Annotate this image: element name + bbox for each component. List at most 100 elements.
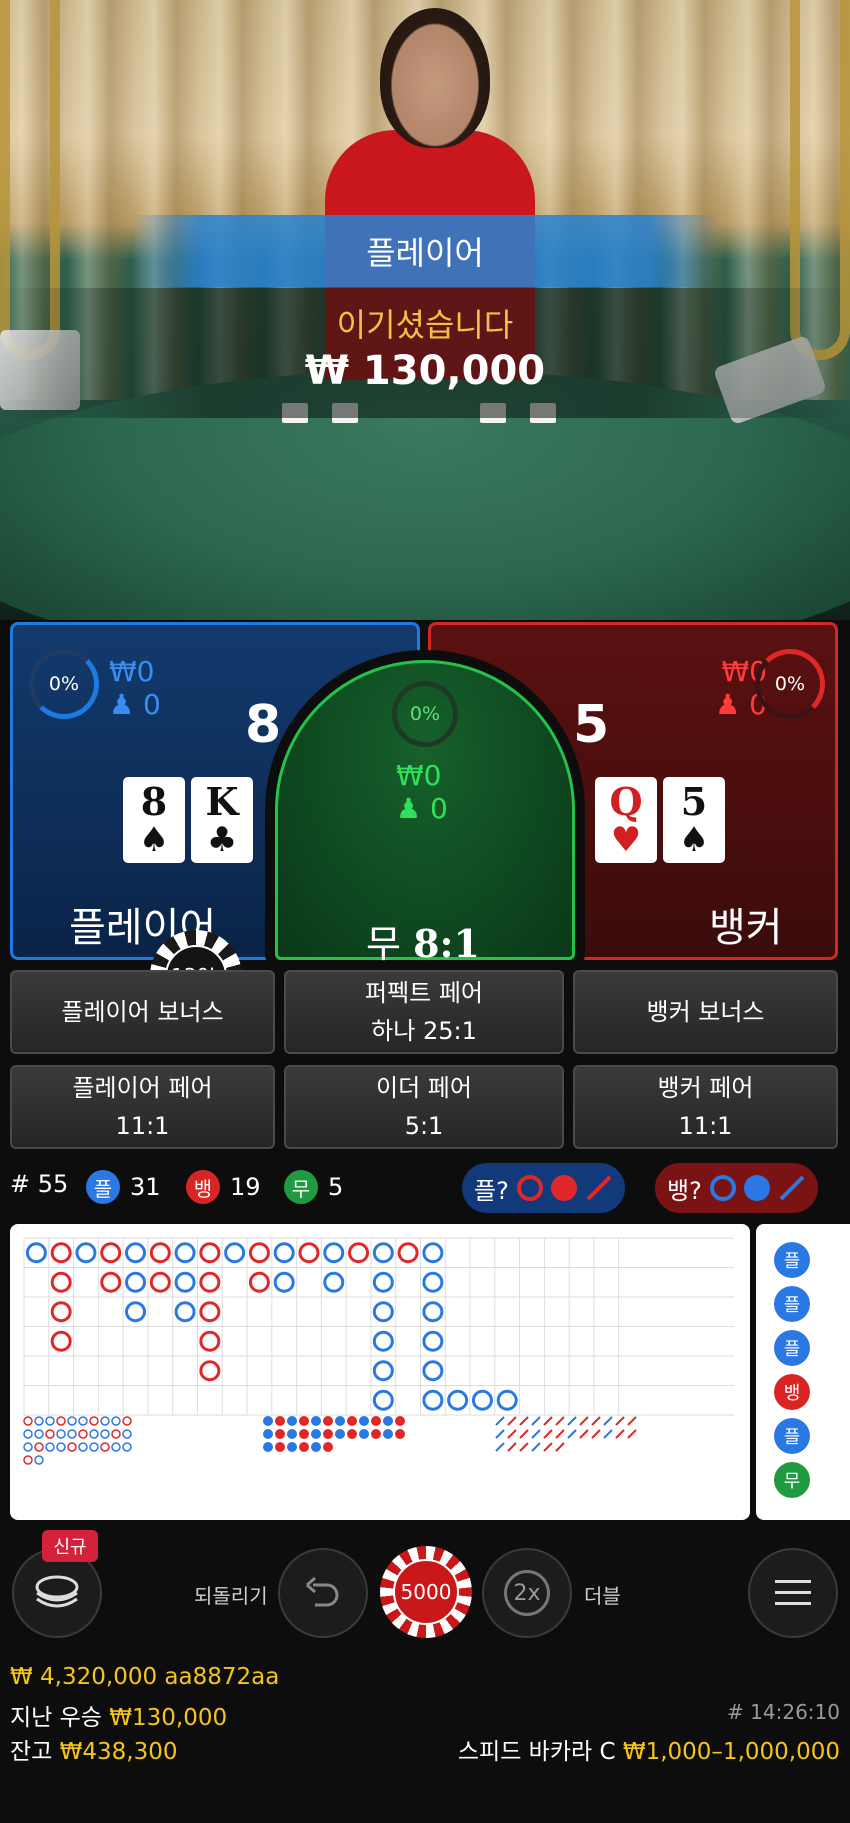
side-bet-label: 뱅커 페어 [657, 1074, 754, 1102]
player-pair-button[interactable]: 플레이어 페어 11:1 [10, 1065, 275, 1149]
card-rank: 8 [140, 779, 168, 824]
derived-dot [311, 1416, 321, 1426]
derived-ring [34, 1455, 44, 1465]
player-card-1: 8 ♠ [123, 777, 185, 863]
derived-ring [56, 1442, 66, 1452]
table-info-row: 스피드 바카라 C ₩1,000–1,000,000 [458, 1732, 840, 1766]
last-win-row: 지난 우승 ₩130,000 [10, 1698, 227, 1732]
predict-banker-button[interactable]: 뱅? [655, 1163, 818, 1213]
bead-road[interactable]: 플플플뱅플무 [756, 1224, 850, 1520]
derived-slash [579, 1429, 589, 1439]
tie-label-row: 무 8:1 [366, 913, 480, 968]
derived-slash [627, 1429, 637, 1439]
tie-bet-spot[interactable]: 0% ₩0 ♟ 0 무 8:1 [275, 660, 575, 966]
last-win-value: ₩130,000 [109, 1705, 228, 1731]
tie-payout: 8:1 [413, 921, 480, 966]
tie-wins-count: 5 [328, 1173, 344, 1201]
undo-icon [306, 1576, 339, 1607]
derived-ring [89, 1442, 99, 1452]
side-bet-payout: 하나 25:1 [371, 1017, 477, 1045]
road-gridlines [23, 1237, 734, 1416]
banker-percent-gauge: 0% [755, 649, 825, 719]
banker-pair-button[interactable]: 뱅커 페어 11:1 [573, 1065, 838, 1149]
derived-dot [263, 1442, 273, 1452]
derived-slash [507, 1416, 517, 1426]
derived-dot [383, 1429, 393, 1439]
round-number: # 55 [10, 1170, 69, 1198]
derived-ring [122, 1429, 132, 1439]
derived-ring [67, 1429, 77, 1439]
derived-ring [111, 1416, 121, 1426]
side-bet-payout: 11:1 [678, 1112, 733, 1140]
tie-dot-icon: 무 [284, 1170, 318, 1204]
derived-ring [34, 1416, 44, 1426]
undo-button[interactable] [278, 1548, 368, 1638]
total-win: ₩ 4,320,000 [10, 1664, 158, 1690]
double-button[interactable]: 2x [482, 1548, 572, 1638]
derived-dot [287, 1429, 297, 1439]
road-marker [273, 1242, 295, 1264]
card-rank: 5 [680, 779, 708, 824]
derived-dot [383, 1416, 393, 1426]
derived-dot [371, 1416, 381, 1426]
player-amount: ₩0 [109, 655, 155, 688]
road-marker [25, 1242, 47, 1264]
road-marker [199, 1330, 221, 1352]
menu-button[interactable] [748, 1548, 838, 1638]
player-stats: ₩0 ♟ 0 [109, 655, 161, 721]
derived-dot [323, 1442, 333, 1452]
banker-label: 뱅커 [709, 905, 783, 951]
road-marker [224, 1242, 246, 1264]
table-limits: ₩1,000–1,000,000 [622, 1739, 840, 1765]
bead-road-entry: 플 [774, 1330, 810, 1366]
either-pair-button[interactable]: 이더 페어 5:1 [284, 1065, 564, 1149]
selected-chip-value: 5000 [393, 1559, 459, 1625]
derived-dot [395, 1416, 405, 1426]
derived-slash [531, 1442, 541, 1452]
derived-slash [615, 1429, 625, 1439]
derived-slash [579, 1416, 589, 1426]
predict-banker-label: 뱅? [667, 1176, 702, 1205]
derived-ring [23, 1455, 33, 1465]
side-bet-label: 이더 페어 [376, 1074, 472, 1102]
perfect-pair-button[interactable]: 퍼펙트 페어 하나 25:1 [284, 970, 564, 1054]
road-marker [174, 1301, 196, 1323]
road-marker [100, 1271, 122, 1293]
derived-dot [311, 1429, 321, 1439]
banker-bonus-button[interactable]: 뱅커 보너스 [573, 970, 838, 1054]
road-marker [372, 1301, 394, 1323]
player-card-2: K ♣ [191, 777, 253, 863]
derived-ring [89, 1416, 99, 1426]
chips-stack-icon [35, 1575, 79, 1608]
derived-dot [275, 1429, 285, 1439]
player-percent: 0% [48, 673, 80, 695]
scoreboard-road[interactable] [10, 1224, 750, 1520]
derived-dot [359, 1429, 369, 1439]
derived-ring [111, 1429, 121, 1439]
derived-dot [347, 1429, 357, 1439]
player-bonus-button[interactable]: 플레이어 보너스 [10, 970, 275, 1054]
bet-panels: 0% ₩0 ♟ 0 8 8 ♠ K ♣ 플레이어 ₩0 ♟ 0 0% 5 Q ♥ [0, 620, 850, 966]
road-marker [199, 1242, 221, 1264]
selected-chip[interactable]: 5000 [380, 1546, 472, 1638]
derived-slash [591, 1416, 601, 1426]
derived-roads [23, 1416, 637, 1465]
road-marker [422, 1389, 444, 1411]
derived-slash [603, 1429, 613, 1439]
derived-slash [507, 1429, 517, 1439]
player-wins: 플 31 [86, 1170, 161, 1204]
banker-percent: 0% [774, 673, 806, 695]
road-marker [125, 1301, 147, 1323]
road-marker [248, 1242, 270, 1264]
derived-slash [615, 1416, 625, 1426]
derived-slash [567, 1429, 577, 1439]
user-id: aa8872aa [164, 1664, 280, 1690]
road-marker [348, 1242, 370, 1264]
banker-card-2: 5 ♠ [663, 777, 725, 863]
spade-icon: ♠ [138, 820, 170, 860]
side-bet-label: 플레이어 보너스 [61, 998, 224, 1026]
derived-ring [78, 1442, 88, 1452]
predict-player-button[interactable]: 플? [462, 1163, 625, 1213]
hamburger-icon [775, 1580, 811, 1605]
derived-dot [299, 1416, 309, 1426]
